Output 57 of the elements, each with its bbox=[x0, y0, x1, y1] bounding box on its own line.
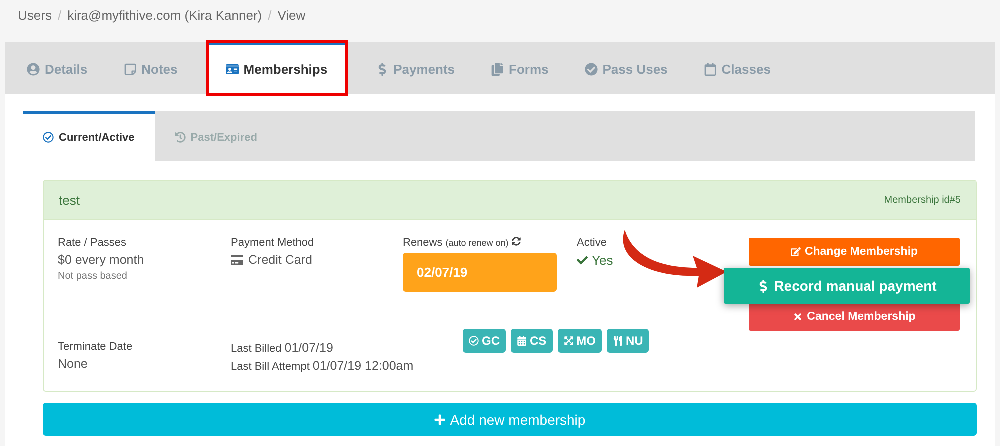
field-label: Last Bill Attempt bbox=[231, 361, 310, 373]
tab[interactable]: Memberships bbox=[208, 42, 346, 94]
field-label: Rate / Passes bbox=[58, 237, 128, 249]
tag[interactable]: CS bbox=[511, 329, 553, 353]
tag-icon bbox=[469, 336, 479, 346]
field-value: 01/07/19 12:00am bbox=[312, 359, 414, 373]
tab-icon bbox=[584, 63, 598, 76]
tab[interactable]: Notes bbox=[106, 42, 196, 94]
tab[interactable]: Classes bbox=[686, 42, 789, 94]
breadcrumb-separator: / bbox=[58, 8, 62, 25]
breadcrumb-item[interactable]: Users bbox=[18, 8, 52, 34]
renew-date: 02/07/19 bbox=[403, 253, 557, 292]
field-label: Active bbox=[577, 237, 608, 249]
breadcrumb-item: View bbox=[278, 8, 306, 25]
tab-icon bbox=[27, 63, 40, 76]
tag[interactable]: NU bbox=[607, 329, 650, 353]
record-payment-button[interactable]: Record manual payment bbox=[724, 268, 970, 304]
tab[interactable]: Past/Expired bbox=[154, 111, 278, 161]
change-membership-button[interactable]: Change Membership bbox=[749, 238, 960, 266]
tab-icon bbox=[124, 63, 137, 76]
tab[interactable]: Pass Uses bbox=[566, 42, 686, 94]
cancel-membership-button[interactable]: Cancel Membership bbox=[749, 303, 960, 331]
field-label: Terminate Date bbox=[58, 341, 134, 353]
history-icon bbox=[174, 132, 186, 143]
field-value: Credit Card bbox=[248, 253, 312, 267]
check-icon bbox=[577, 255, 588, 266]
plus-icon bbox=[434, 414, 446, 426]
membership-id: Membership id#5 bbox=[884, 194, 961, 206]
tab-icon bbox=[491, 63, 504, 76]
field-value: None bbox=[58, 357, 89, 371]
field-label: Last Billed bbox=[231, 343, 282, 355]
breadcrumb-separator: / bbox=[268, 8, 272, 25]
field-label: Renews bbox=[403, 237, 443, 249]
edit-icon bbox=[790, 247, 801, 257]
credit-card-icon bbox=[231, 254, 244, 266]
breadcrumb-item[interactable]: kira@myfithive.com (Kira Kanner) bbox=[68, 8, 262, 34]
field-label: Payment Method bbox=[231, 237, 316, 249]
tab[interactable]: Current/Active bbox=[23, 111, 155, 161]
tag-icon bbox=[613, 336, 624, 346]
field-value: 01/07/19 bbox=[284, 341, 334, 355]
close-icon bbox=[793, 312, 804, 322]
add-membership-button[interactable]: Add new membership bbox=[43, 403, 977, 436]
tab[interactable]: Forms bbox=[473, 42, 567, 94]
tab[interactable]: Payments bbox=[358, 42, 473, 94]
tag[interactable]: MO bbox=[558, 329, 602, 353]
tag[interactable]: GC bbox=[463, 329, 506, 353]
field-note: Not pass based bbox=[58, 271, 128, 282]
tag-icon bbox=[517, 336, 527, 346]
tab-icon bbox=[226, 63, 239, 76]
field-note: (auto renew on) bbox=[446, 238, 509, 248]
tag-icon bbox=[564, 336, 574, 346]
field-value: Yes bbox=[592, 253, 614, 268]
field-value: $0 every month bbox=[58, 253, 146, 267]
refresh-icon bbox=[512, 237, 521, 246]
tab-icon bbox=[704, 63, 717, 76]
tab[interactable]: Details bbox=[9, 42, 106, 94]
membership-name: test bbox=[59, 192, 80, 208]
